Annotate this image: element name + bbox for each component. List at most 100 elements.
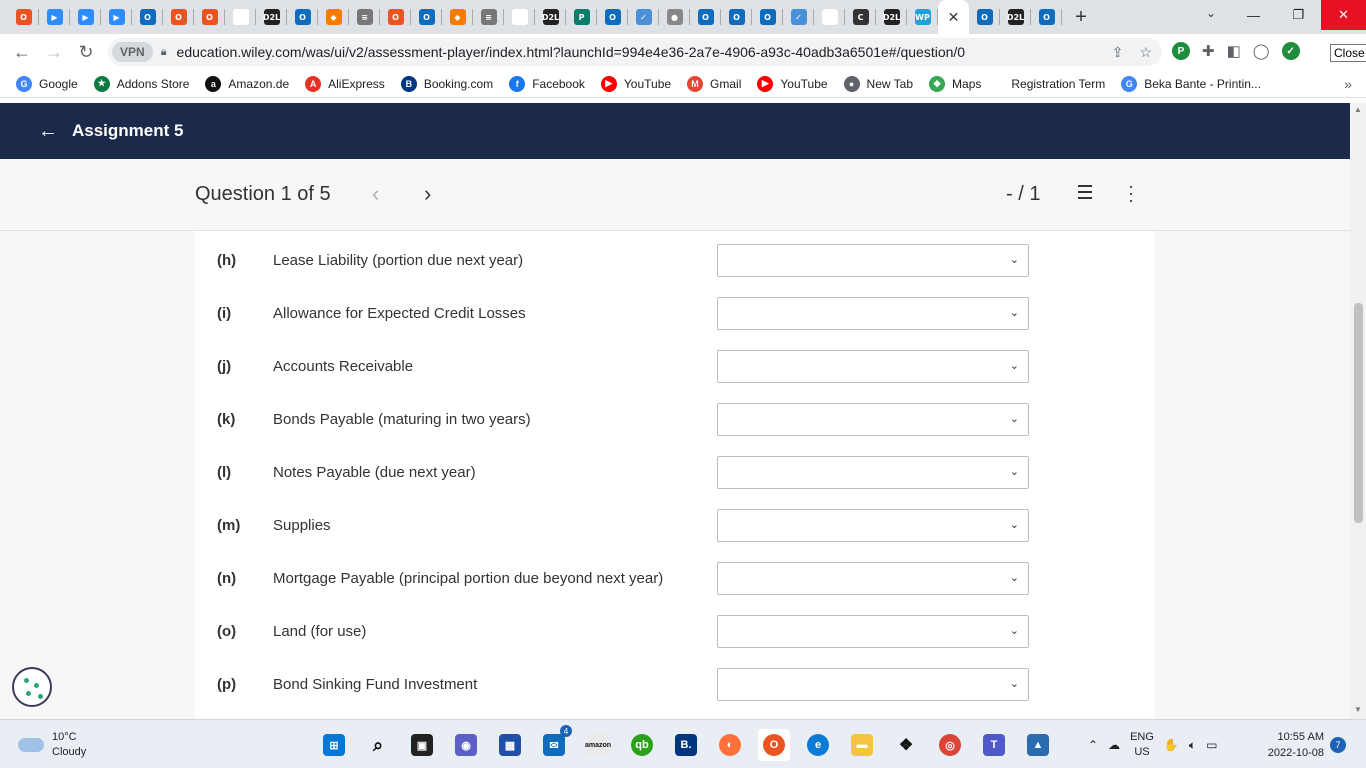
quickbooks-icon[interactable]: qb <box>626 729 658 761</box>
start-icon[interactable]: ⊞ <box>318 729 350 761</box>
volume-icon[interactable]: 🔈︎ <box>1189 738 1196 753</box>
classification-select[interactable]: ⌄ <box>717 615 1029 648</box>
browser-tab[interactable]: O <box>597 0 628 34</box>
browser-tab[interactable]: ≡ <box>349 0 380 34</box>
scroll-up-icon[interactable]: ▲ <box>1354 105 1362 114</box>
side-panel-icon[interactable]: ◧ <box>1227 42 1241 60</box>
share-icon[interactable]: ⇪ <box>1112 44 1124 61</box>
classification-select[interactable]: ⌄ <box>717 244 1029 277</box>
dropbox-icon[interactable]: ❖ <box>890 729 922 761</box>
browser-tab[interactable]: O <box>1031 0 1062 34</box>
close-tab-icon[interactable]: ✕ <box>948 9 960 26</box>
bookmark-item[interactable]: ★ Addons Store <box>93 75 189 92</box>
browser-tab[interactable]: P <box>566 0 597 34</box>
browser-tab[interactable]: ◆ <box>442 0 473 34</box>
browser-tab[interactable]: C <box>845 0 876 34</box>
store-icon[interactable]: ▦ <box>494 729 526 761</box>
search-icon[interactable]: ⌕ <box>362 729 394 761</box>
browser-tab[interactable]: O <box>380 0 411 34</box>
browser-tab[interactable]: O <box>194 0 225 34</box>
bookmark-star-icon[interactable]: ☆ <box>1139 44 1152 61</box>
browser-tab[interactable]: D2L <box>1000 0 1031 34</box>
edge-icon[interactable]: e <box>802 729 834 761</box>
classification-select[interactable]: ⌄ <box>717 562 1029 595</box>
bookmark-item[interactable]: a Amazon.de <box>205 75 289 92</box>
browser-tab[interactable]: O <box>752 0 783 34</box>
browser-tab[interactable]: ≡ <box>473 0 504 34</box>
browser-tab[interactable]: WP <box>907 0 938 34</box>
browser-tab[interactable] <box>225 0 256 34</box>
profile-icon[interactable]: ◯ <box>1253 42 1270 60</box>
chevron-up-icon[interactable]: ⌃ <box>1088 738 1098 752</box>
classification-select[interactable]: ⌄ <box>717 509 1029 542</box>
bookmark-item[interactable]: G Beka Bante - Printin... <box>1121 75 1261 92</box>
bookmark-item[interactable]: A AliExpress <box>305 75 385 92</box>
prev-question-icon[interactable]: ‹ <box>372 181 379 207</box>
browser-tab[interactable]: ▶ <box>70 0 101 34</box>
bookmark-item[interactable]: G Google <box>16 75 78 92</box>
back-icon[interactable]: ← <box>6 42 38 63</box>
classification-select[interactable]: ⌄ <box>717 668 1029 701</box>
browser-tab[interactable] <box>814 0 845 34</box>
page-scrollbar[interactable]: ▲ ▼ <box>1350 103 1366 719</box>
browser-tab[interactable]: ● <box>659 0 690 34</box>
bookmark-item[interactable]: ▶ YouTube <box>600 75 671 92</box>
classification-select[interactable]: ⌄ <box>717 456 1029 489</box>
browser-tab[interactable]: O <box>8 0 39 34</box>
classification-select[interactable]: ⌄ <box>717 403 1029 436</box>
forward-icon[interactable]: → <box>38 42 70 63</box>
lock-icon[interactable]: 🔒︎ <box>161 46 167 59</box>
browser-tab[interactable]: ✓ <box>628 0 659 34</box>
scroll-thumb[interactable] <box>1354 303 1363 523</box>
bookmark-item[interactable]: Registration Term <box>1011 76 1105 92</box>
browser-tab[interactable]: D2L <box>876 0 907 34</box>
browser-tab[interactable]: ◆ <box>318 0 349 34</box>
browser-tab[interactable]: O <box>163 0 194 34</box>
bookmark-item[interactable]: ● New Tab <box>843 75 913 92</box>
bookmark-item[interactable]: ▶ YouTube <box>757 75 828 92</box>
chrome-icon[interactable]: ◎ <box>934 729 966 761</box>
url-text[interactable]: education.wiley.com/was/ui/v2/assessment… <box>177 44 966 60</box>
browser-tab[interactable]: O <box>690 0 721 34</box>
bookmark-item[interactable]: M Gmail <box>687 75 741 92</box>
puzzle-icon[interactable]: ✚ <box>1202 42 1215 60</box>
browser-tab[interactable]: O <box>721 0 752 34</box>
browser-tab[interactable]: ✓ <box>783 0 814 34</box>
touchpad-icon[interactable]: ✋ <box>1164 738 1179 752</box>
close-window-icon[interactable]: ✕ <box>1321 0 1366 30</box>
mail-icon[interactable]: ✉ 4 <box>538 725 572 761</box>
browser-tab[interactable]: D2L <box>256 0 287 34</box>
browser-tab[interactable]: O <box>969 0 1000 34</box>
new-tab-button[interactable]: + <box>1066 6 1096 29</box>
browser-tab[interactable] <box>504 0 535 34</box>
question-list-icon[interactable] <box>1072 185 1092 203</box>
tab-search-icon[interactable]: ⌄ <box>1206 6 1216 20</box>
clock[interactable]: 10:55 AM 2022-10-08 <box>1256 729 1324 761</box>
address-bar[interactable]: VPN 🔒︎ education.wiley.com/was/ui/v2/ass… <box>108 38 1162 66</box>
ubuntu-browser-icon[interactable]: O <box>758 729 790 761</box>
browser-tab[interactable]: D2L <box>535 0 566 34</box>
next-question-icon[interactable]: › <box>424 181 431 207</box>
shield-extension-icon[interactable]: P <box>1172 42 1190 60</box>
chat-icon[interactable]: ◉ <box>450 729 482 761</box>
booking-icon[interactable]: B. <box>670 729 702 761</box>
browser-tab[interactable]: ▶ <box>101 0 132 34</box>
restore-icon[interactable]: ❐ <box>1276 0 1321 30</box>
cookie-settings-icon[interactable] <box>12 667 52 707</box>
back-arrow-icon[interactable]: ← <box>38 120 58 143</box>
network-icon[interactable]: ☁ <box>1108 738 1120 752</box>
browser-tab[interactable]: ▶ <box>39 0 70 34</box>
firefox-icon[interactable]: ◐ <box>714 729 746 761</box>
weather-widget[interactable]: 10°C Cloudy <box>18 730 86 760</box>
amazon-icon[interactable]: amazon <box>582 729 614 761</box>
teams-icon[interactable]: T <box>978 729 1010 761</box>
more-bookmarks-icon[interactable]: » <box>1344 76 1352 92</box>
language-indicator[interactable]: ENG US <box>1130 730 1154 760</box>
browser-tab[interactable]: O <box>287 0 318 34</box>
photos-icon[interactable]: ▲ <box>1022 729 1054 761</box>
browser-tab[interactable]: O <box>411 0 442 34</box>
reload-icon[interactable]: ↻ <box>70 42 102 63</box>
browser-tab[interactable]: O <box>132 0 163 34</box>
bookmark-item[interactable]: f Facebook <box>509 75 585 92</box>
active-tab[interactable]: ✕ <box>938 0 969 34</box>
